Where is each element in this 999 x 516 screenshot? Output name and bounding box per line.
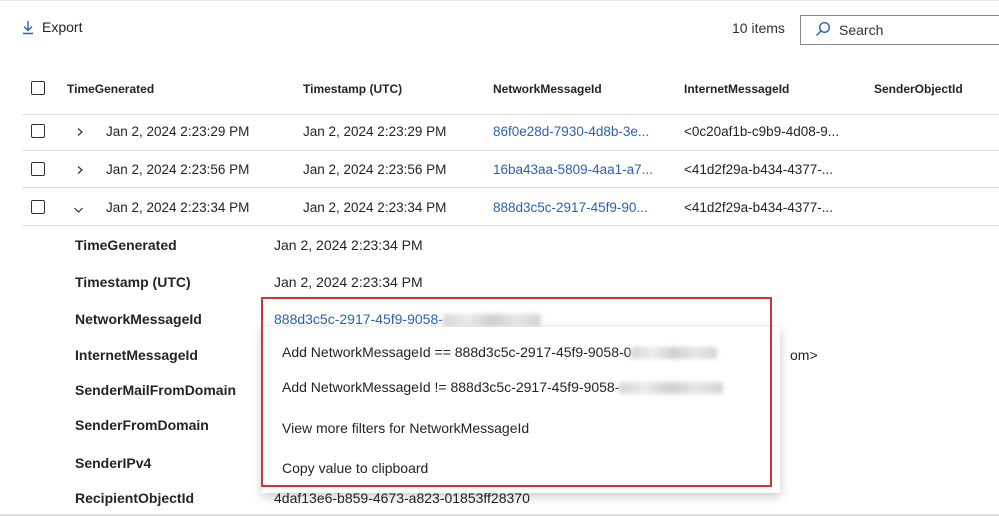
cell-networkmessageid-link[interactable]: 16ba43aa-5809-4aa1-a7... [493, 162, 653, 177]
detail-label-senderfromdomain: SenderFromDomain [75, 417, 209, 433]
top-divider [0, 0, 999, 1]
redacted-value [631, 347, 718, 360]
detail-value-timestamp[interactable]: Jan 2, 2024 2:23:34 PM [274, 274, 423, 290]
detail-label-timegenerated: TimeGenerated [75, 237, 177, 253]
networkmessageid-link[interactable]: 888d3c5c-2917-45f9-9058- [274, 311, 443, 327]
redacted-value [442, 314, 541, 327]
export-button[interactable]: Export [22, 14, 82, 40]
item-count: 10 items [732, 20, 785, 36]
search-placeholder: Search [839, 22, 884, 38]
cell-timestamp: Jan 2, 2024 2:23:34 PM [303, 200, 447, 215]
column-header-networkmessageid[interactable]: NetworkMessageId [493, 82, 602, 96]
row-divider [22, 150, 999, 151]
row-divider [22, 187, 999, 188]
detail-label-sendermailfromdomain: SenderMailFromDomain [75, 382, 237, 398]
menu-item-copy-value[interactable]: Copy value to clipboard [282, 460, 428, 476]
cell-timegenerated: Jan 2, 2024 2:23:29 PM [106, 124, 250, 139]
column-header-timegenerated[interactable]: TimeGenerated [67, 82, 154, 96]
detail-value-networkmessageid[interactable]: 888d3c5c-2917-45f9-9058- [274, 311, 541, 327]
redacted-value [619, 382, 724, 395]
column-header-timestamp[interactable]: Timestamp (UTC) [303, 82, 402, 96]
header-divider [22, 114, 999, 115]
detail-label-networkmessageid: NetworkMessageId [75, 311, 202, 327]
column-header-senderobjectid[interactable]: SenderObjectId [874, 82, 963, 96]
cell-timestamp: Jan 2, 2024 2:23:56 PM [303, 162, 447, 177]
row-checkbox[interactable] [31, 200, 45, 214]
detail-value-timegenerated[interactable]: Jan 2, 2024 2:23:34 PM [274, 237, 423, 253]
export-label: Export [42, 19, 83, 35]
context-menu: Add NetworkMessageId == 888d3c5c-2917-45… [262, 327, 780, 493]
search-icon [815, 21, 831, 40]
detail-label-recipientobjectid: RecipientObjectId [75, 490, 195, 506]
search-input[interactable]: Search [800, 15, 999, 45]
detail-label-timestamp: Timestamp (UTC) [75, 274, 191, 290]
menu-item-view-more-filters[interactable]: View more filters for NetworkMessageId [282, 420, 529, 436]
menu-item-add-not-equals-filter[interactable]: Add NetworkMessageId != 888d3c5c-2917-45… [282, 379, 724, 395]
chevron-right-icon[interactable] [76, 124, 84, 139]
select-all-checkbox[interactable] [31, 81, 45, 95]
cell-internetmessageid: <41d2f29a-b434-4377-... [684, 162, 833, 177]
cell-timestamp: Jan 2, 2024 2:23:29 PM [303, 124, 447, 139]
cell-timegenerated: Jan 2, 2024 2:23:56 PM [106, 162, 250, 177]
cell-internetmessageid: <41d2f29a-b434-4377-... [684, 200, 833, 215]
detail-label-senderipv4: SenderIPv4 [75, 455, 152, 471]
cell-networkmessageid-link[interactable]: 888d3c5c-2917-45f9-90... [493, 200, 648, 215]
menu-item-add-equals-filter[interactable]: Add NetworkMessageId == 888d3c5c-2917-45… [282, 344, 718, 360]
detail-value-internetmessageid-tail: om> [790, 347, 818, 363]
column-header-internetmessageid[interactable]: InternetMessageId [684, 82, 789, 96]
row-checkbox[interactable] [31, 162, 45, 176]
detail-label-internetmessageid: InternetMessageId [75, 347, 198, 363]
cell-networkmessageid-link[interactable]: 86f0e28d-7930-4d8b-3e... [493, 124, 649, 139]
cell-internetmessageid: <0c20af1b-c9b9-4d08-9... [684, 124, 839, 139]
cell-timegenerated: Jan 2, 2024 2:23:34 PM [106, 200, 250, 215]
row-divider [22, 225, 999, 226]
row-checkbox[interactable] [31, 124, 45, 138]
chevron-down-icon[interactable] [73, 202, 84, 217]
chevron-right-icon[interactable] [76, 162, 84, 177]
download-arrow-icon [22, 20, 34, 35]
